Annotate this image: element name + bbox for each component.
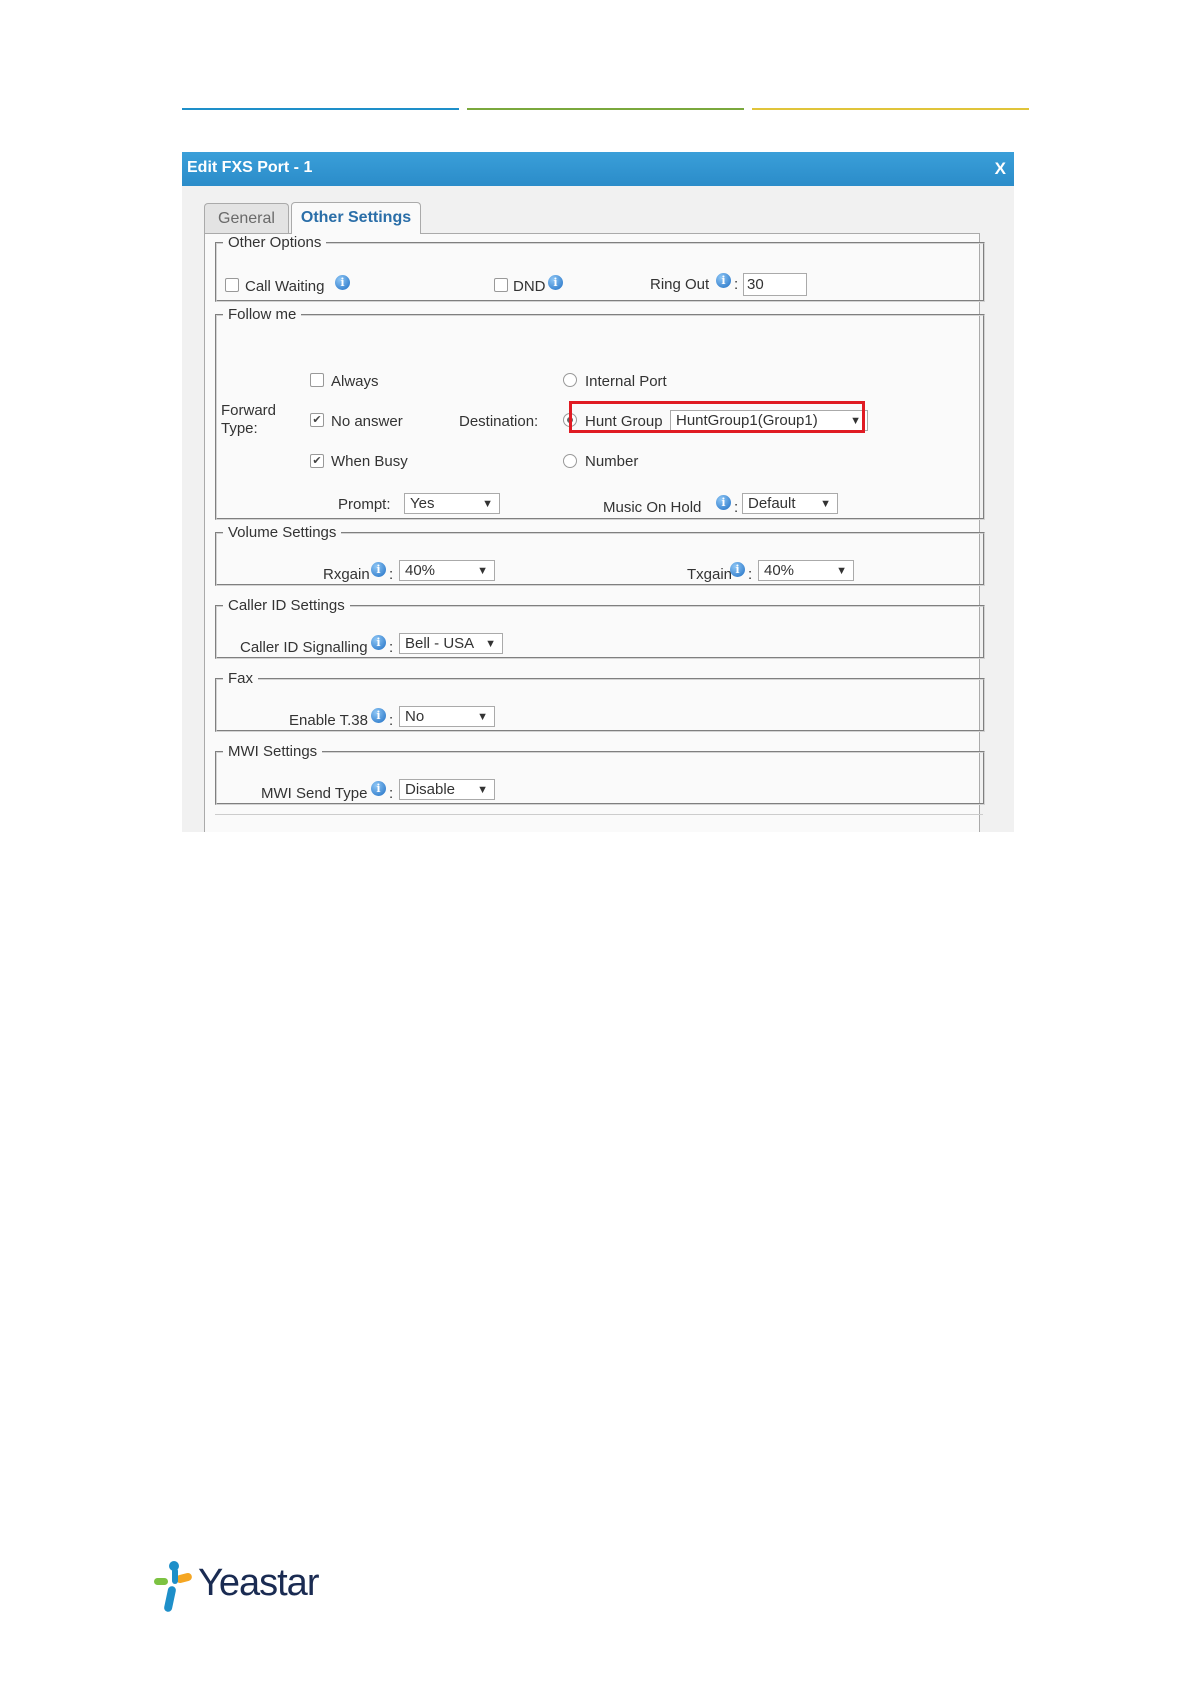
rxgain-label: Rxgain [323,566,370,583]
prompt-value: Yes [410,495,435,512]
rxgain-value: 40% [405,562,436,579]
edit-fxs-port-dialog: Edit FXS Port - 1 X General Other Settin… [182,152,1014,832]
forward-type-label: Forward Type: [221,402,277,437]
info-icon[interactable]: i [730,562,745,577]
mwi-send-type-label: MWI Send Type [261,785,368,802]
call-waiting-checkbox[interactable] [225,278,239,292]
music-on-hold-select[interactable]: Default ▼ [742,493,838,514]
music-on-hold-colon: : [734,499,739,516]
yeastar-logo: Yeastar [150,1560,320,1620]
mwi-send-type-select[interactable]: Disable ▼ [399,779,495,800]
dnd-label: DND [513,278,546,295]
prompt-select[interactable]: Yes ▼ [404,493,500,514]
chevron-down-icon: ▼ [485,638,496,650]
mwi-send-type-value: Disable [405,781,456,798]
tab-general[interactable]: General [204,203,289,233]
close-icon[interactable]: X [995,159,1006,179]
music-on-hold-value: Default [748,495,796,512]
highlight-box [569,401,865,433]
txgain-select[interactable]: 40% ▼ [758,560,854,581]
volume-settings-legend: Volume Settings [228,524,337,541]
caller-id-signalling-colon: : [389,639,394,656]
info-icon[interactable]: i [548,275,563,290]
info-icon[interactable]: i [371,781,386,796]
mwi-send-type-colon: : [389,785,394,802]
txgain-label: Txgain [687,566,733,583]
caller-id-signalling-value: Bell - USA [405,635,475,652]
header-line-green [467,108,744,110]
internal-port-label: Internal Port [585,373,667,390]
fax-legend: Fax [228,670,254,687]
yeastar-logo-icon [154,1561,192,1612]
dialog-title: Edit FXS Port - 1 [187,159,313,176]
caller-id-signalling-select[interactable]: Bell - USA ▼ [399,633,503,654]
chevron-down-icon: ▼ [820,498,831,510]
rxgain-select[interactable]: 40% ▼ [399,560,495,581]
info-icon[interactable]: i [716,273,731,288]
rxgain-colon: : [389,566,394,583]
mwi-settings-legend: MWI Settings [228,743,318,760]
caller-id-signalling-label: Caller ID Signalling [240,639,368,656]
txgain-value: 40% [764,562,795,579]
tab-other-settings[interactable]: Other Settings [291,202,421,234]
chevron-down-icon: ▼ [477,784,488,796]
divider [215,814,983,815]
always-label: Always [331,373,379,390]
chevron-down-icon: ▼ [477,565,488,577]
info-icon[interactable]: i [371,708,386,723]
enable-t38-select[interactable]: No ▼ [399,706,495,727]
other-settings-panel: Other Options Call Waiting i DND i Ring … [204,233,985,832]
number-label: Number [585,453,639,470]
destination-label: Destination: [459,413,539,430]
txgain-colon: : [748,566,753,583]
ring-out-colon: : [734,276,739,293]
no-answer-checkbox[interactable]: ✔ [310,413,324,427]
dialog-titlebar: Edit FXS Port - 1 X [182,152,1014,186]
info-icon[interactable]: i [371,635,386,650]
info-icon[interactable]: i [335,275,350,290]
call-waiting-label: Call Waiting [245,278,325,295]
chevron-down-icon: ▼ [482,498,493,510]
info-icon[interactable]: i [371,562,386,577]
dnd-checkbox[interactable] [494,278,508,292]
when-busy-label: When Busy [331,453,408,470]
enable-t38-value: No [405,708,425,725]
info-icon[interactable]: i [716,495,731,510]
other-options-group: Other Options [215,234,985,302]
when-busy-checkbox[interactable]: ✔ [310,454,324,468]
no-answer-label: No answer [331,413,403,430]
enable-t38-label: Enable T.38 [289,712,368,729]
chevron-down-icon: ▼ [477,711,488,723]
always-checkbox[interactable] [310,373,324,387]
chevron-down-icon: ▼ [836,565,847,577]
ring-out-label: Ring Out [650,276,710,293]
yeastar-logo-text: Yeastar [198,1562,319,1604]
number-radio[interactable] [563,454,577,468]
prompt-label: Prompt: [338,496,391,513]
caller-id-settings-legend: Caller ID Settings [228,597,345,614]
header-line-blue [182,108,459,110]
header-line-yellow [752,108,1029,110]
ring-out-input[interactable]: 30 [743,273,807,296]
follow-me-legend: Follow me [228,306,297,323]
music-on-hold-label: Music On Hold [603,499,702,516]
other-options-legend: Other Options [228,234,322,251]
enable-t38-colon: : [389,712,394,729]
internal-port-radio[interactable] [563,373,577,387]
